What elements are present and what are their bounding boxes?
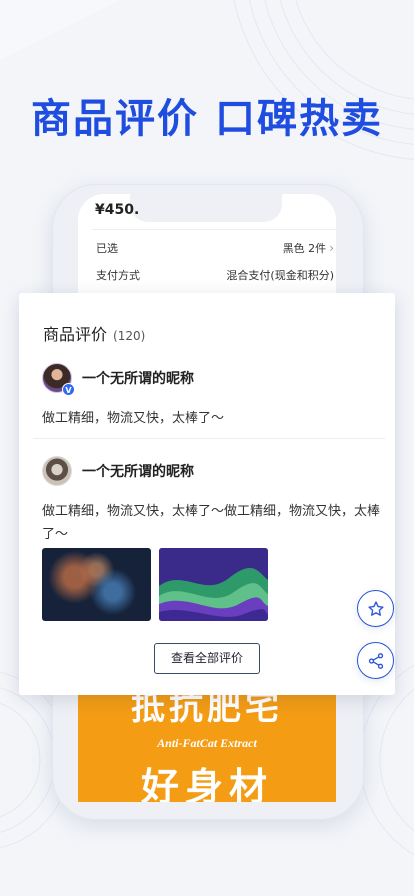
promo-banner: 抵抗肥宅 Anti-FatCat Extract 好身材	[78, 694, 336, 802]
star-icon	[367, 600, 384, 616]
share-button[interactable]	[357, 642, 394, 679]
waves-graphic	[159, 548, 268, 621]
reviews-header: 商品评价 (120)	[43, 321, 145, 345]
payment-value: 混合支付(现金和积分)	[226, 269, 334, 282]
review-text: 做工精细，物流又快，太棒了～	[42, 411, 225, 426]
selected-spec-row[interactable]: 已选 黑色 2件 ›	[96, 240, 334, 256]
page-headline: 商品评价 口碑热卖	[31, 96, 383, 142]
promo-line-2: Anti-FatCat Extract	[157, 736, 257, 750]
reviews-title: 商品评价	[43, 325, 108, 344]
avatar-wrapper: V	[42, 363, 75, 396]
selected-value: 黑色 2件	[282, 242, 327, 255]
review-text: 做工精细，物流又快，太棒了～做工精细，物流又快，太棒了～	[42, 504, 381, 542]
phone-notch	[130, 192, 282, 222]
product-price: ¥450.	[95, 202, 140, 218]
review-item: 一个无所谓的昵称 做工精细，物流又快，太棒了～做工精细，物流又快，太棒了～	[42, 456, 382, 546]
reviews-card: 商品评价 (120) V 一个无所谓的昵称 做工精细，物流又快，太棒了～ 一个无…	[19, 293, 395, 695]
reviews-count: (120)	[113, 329, 146, 343]
promo-line-1: 抵抗肥宅	[131, 694, 283, 728]
review-item: V 一个无所谓的昵称 做工精细，物流又快，太棒了～	[42, 363, 382, 430]
promo-line-3: 好身材	[140, 764, 273, 802]
reviewer-name: 一个无所谓的昵称	[82, 371, 194, 387]
review-image-nebula[interactable]	[42, 548, 151, 621]
avatar[interactable]	[42, 456, 72, 486]
review-image-waves[interactable]	[159, 548, 268, 621]
view-all-reviews-button[interactable]: 查看全部评价	[154, 643, 260, 674]
verified-badge: V	[62, 383, 75, 396]
divider	[92, 229, 336, 230]
review-images	[42, 548, 268, 621]
favorite-button[interactable]	[357, 590, 394, 627]
divider	[33, 438, 385, 439]
chevron-right-icon: ›	[329, 241, 334, 255]
payment-method-row[interactable]: 支付方式 混合支付(现金和积分)	[96, 267, 334, 283]
share-icon	[368, 652, 383, 669]
reviewer-name: 一个无所谓的昵称	[82, 464, 194, 480]
payment-label: 支付方式	[96, 269, 140, 282]
selected-label: 已选	[96, 242, 118, 255]
